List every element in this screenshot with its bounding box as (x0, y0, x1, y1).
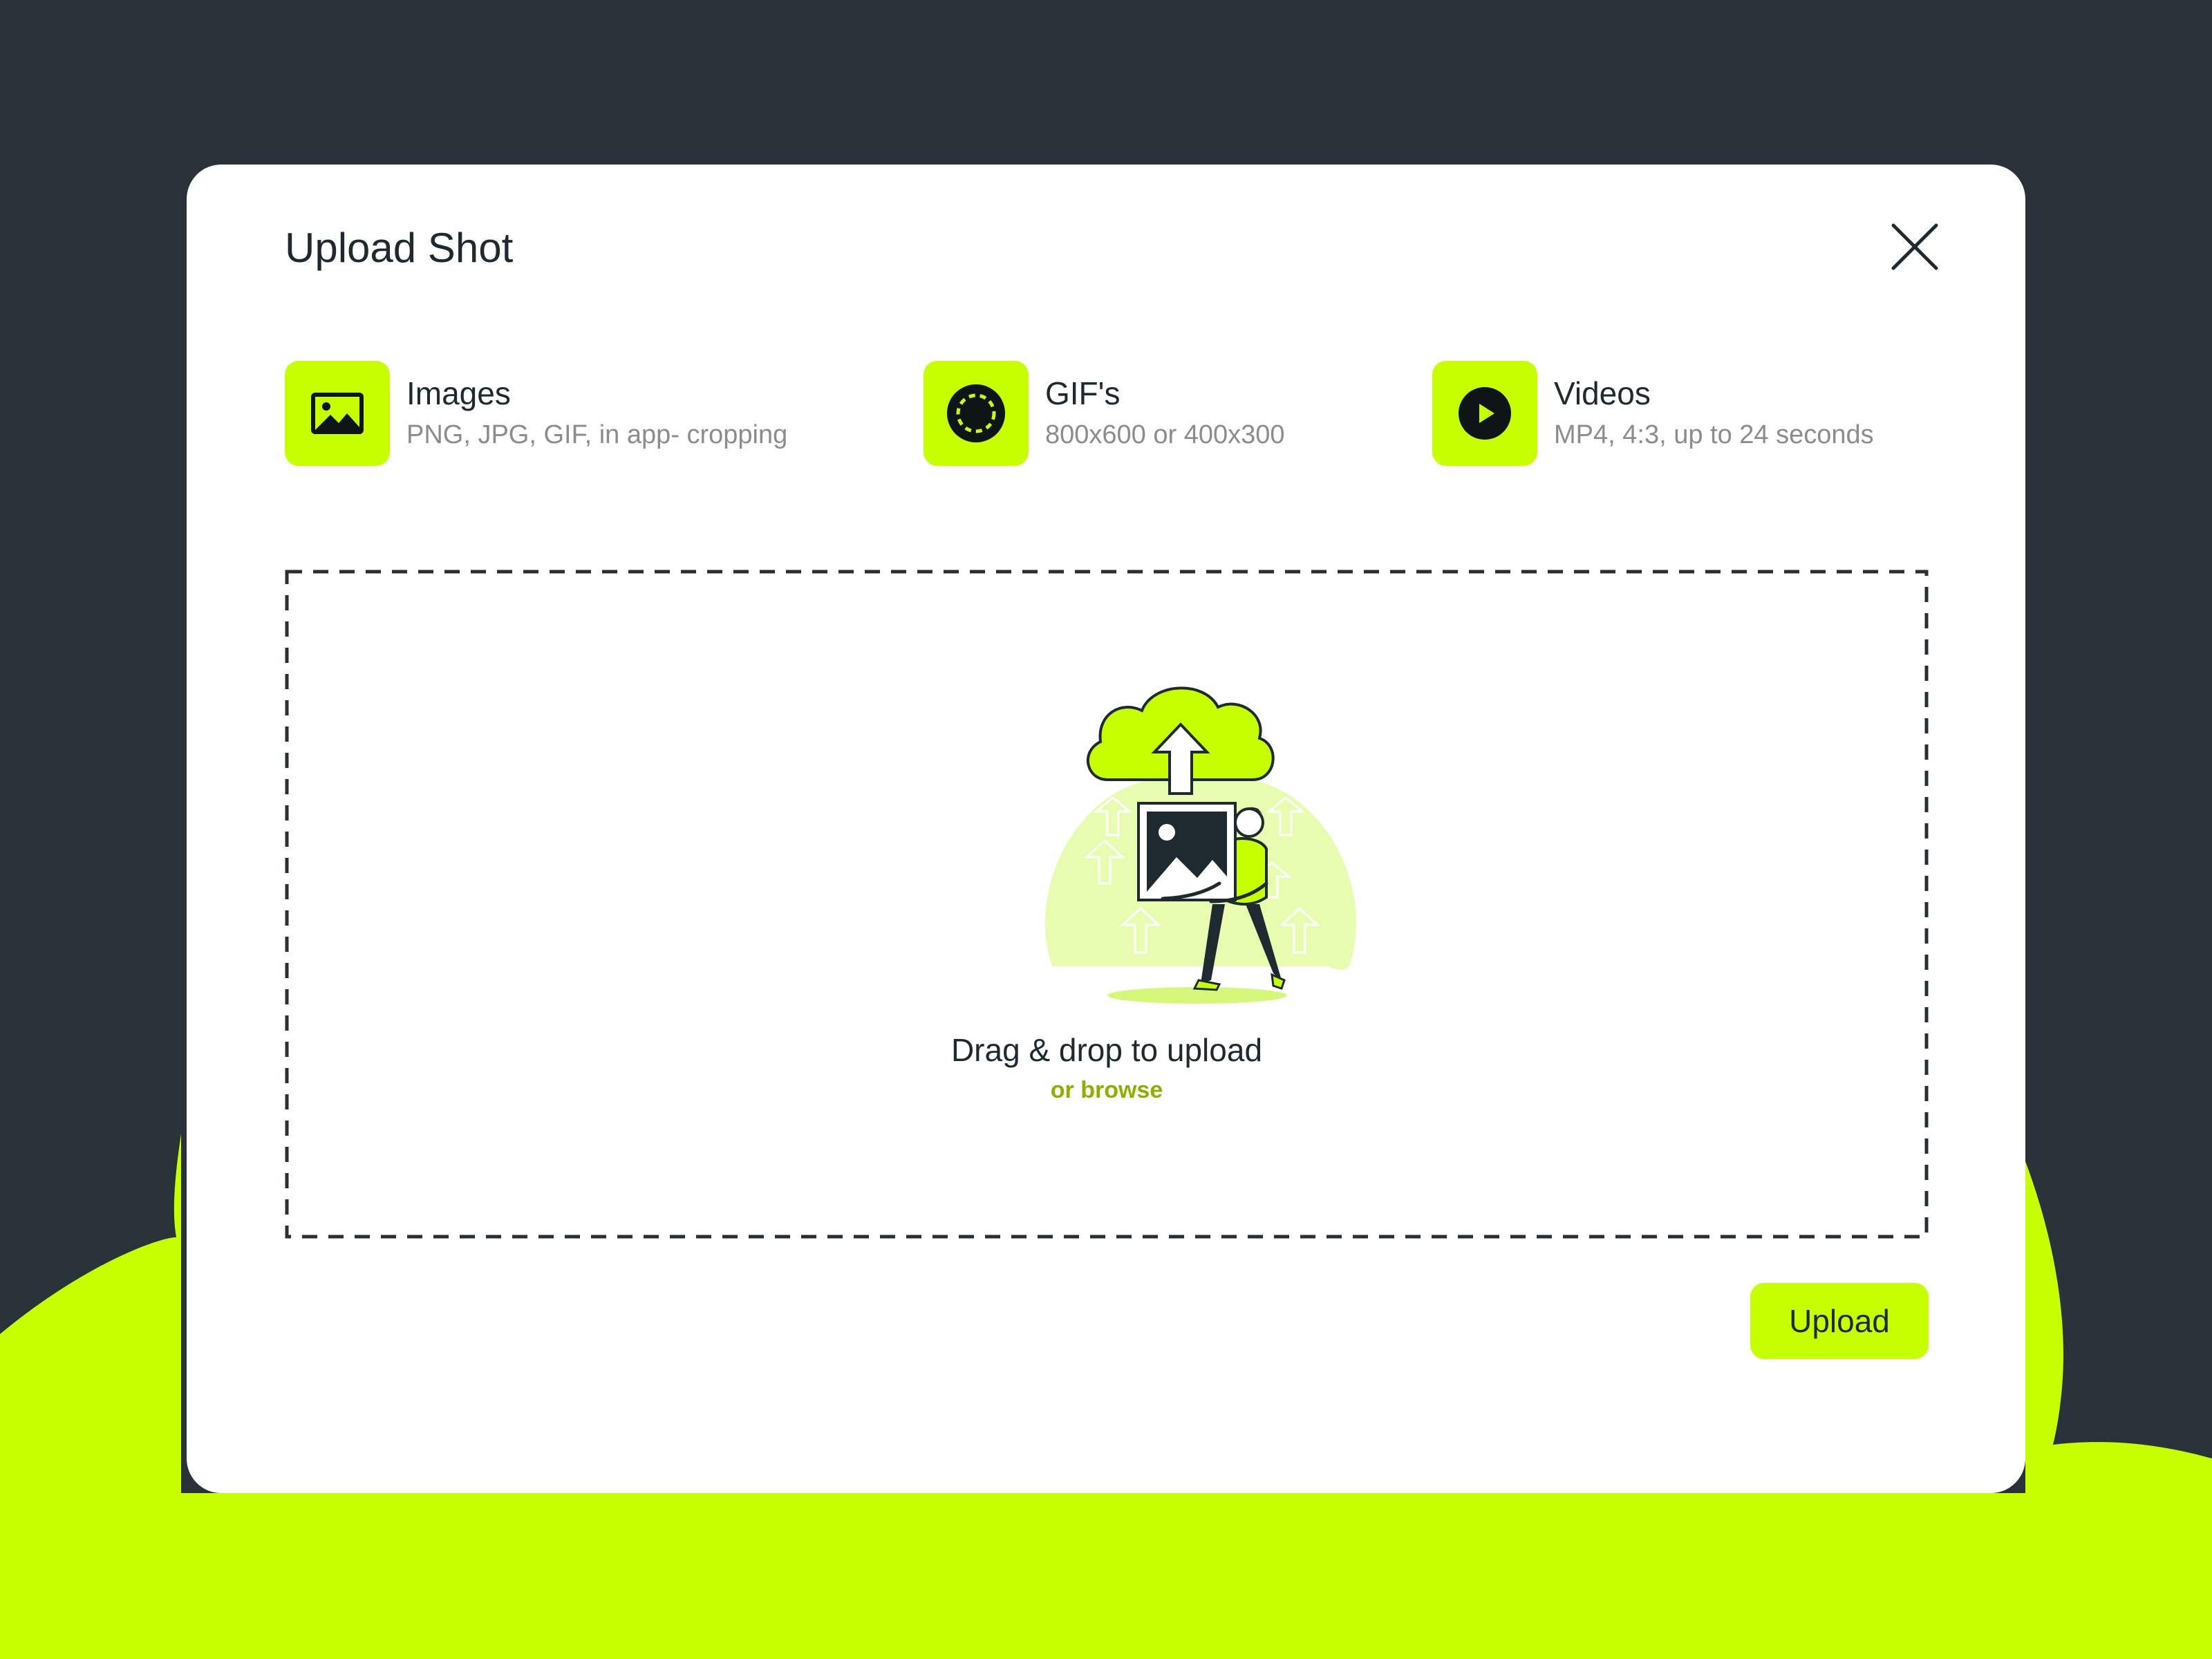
gif-tile (924, 361, 1029, 466)
image-tile (285, 361, 390, 466)
upload-button[interactable]: Upload (1750, 1283, 1929, 1359)
file-type-description: MP4, 4:3, up to 24 seconds (1554, 420, 1874, 449)
close-button[interactable] (1888, 220, 1942, 274)
file-type-label: Videos (1554, 375, 1651, 411)
file-type-description: 800x600 or 400x300 (1045, 420, 1285, 449)
close-icon (1891, 223, 1938, 270)
modal-title: Upload Shot (285, 225, 514, 271)
video-tile (1432, 361, 1537, 466)
gif-icon (947, 384, 1005, 442)
upload-illustration (1045, 686, 1356, 1004)
image-icon (311, 393, 364, 434)
file-type-description: PNG, JPG, GIF, in app- cropping (406, 420, 788, 449)
play-icon (1459, 387, 1511, 440)
file-type-label: GIF's (1045, 375, 1121, 411)
browse-link[interactable]: or browse (285, 1077, 1929, 1104)
drop-zone[interactable]: Drag & drop to upload or browse (285, 570, 1929, 1239)
upload-modal: Upload Shot Images PNG, JPG, GIF, in app… (187, 165, 2025, 1493)
drop-zone-title: Drag & drop to upload (950, 1032, 1263, 1068)
file-type-label: Images (406, 375, 511, 411)
